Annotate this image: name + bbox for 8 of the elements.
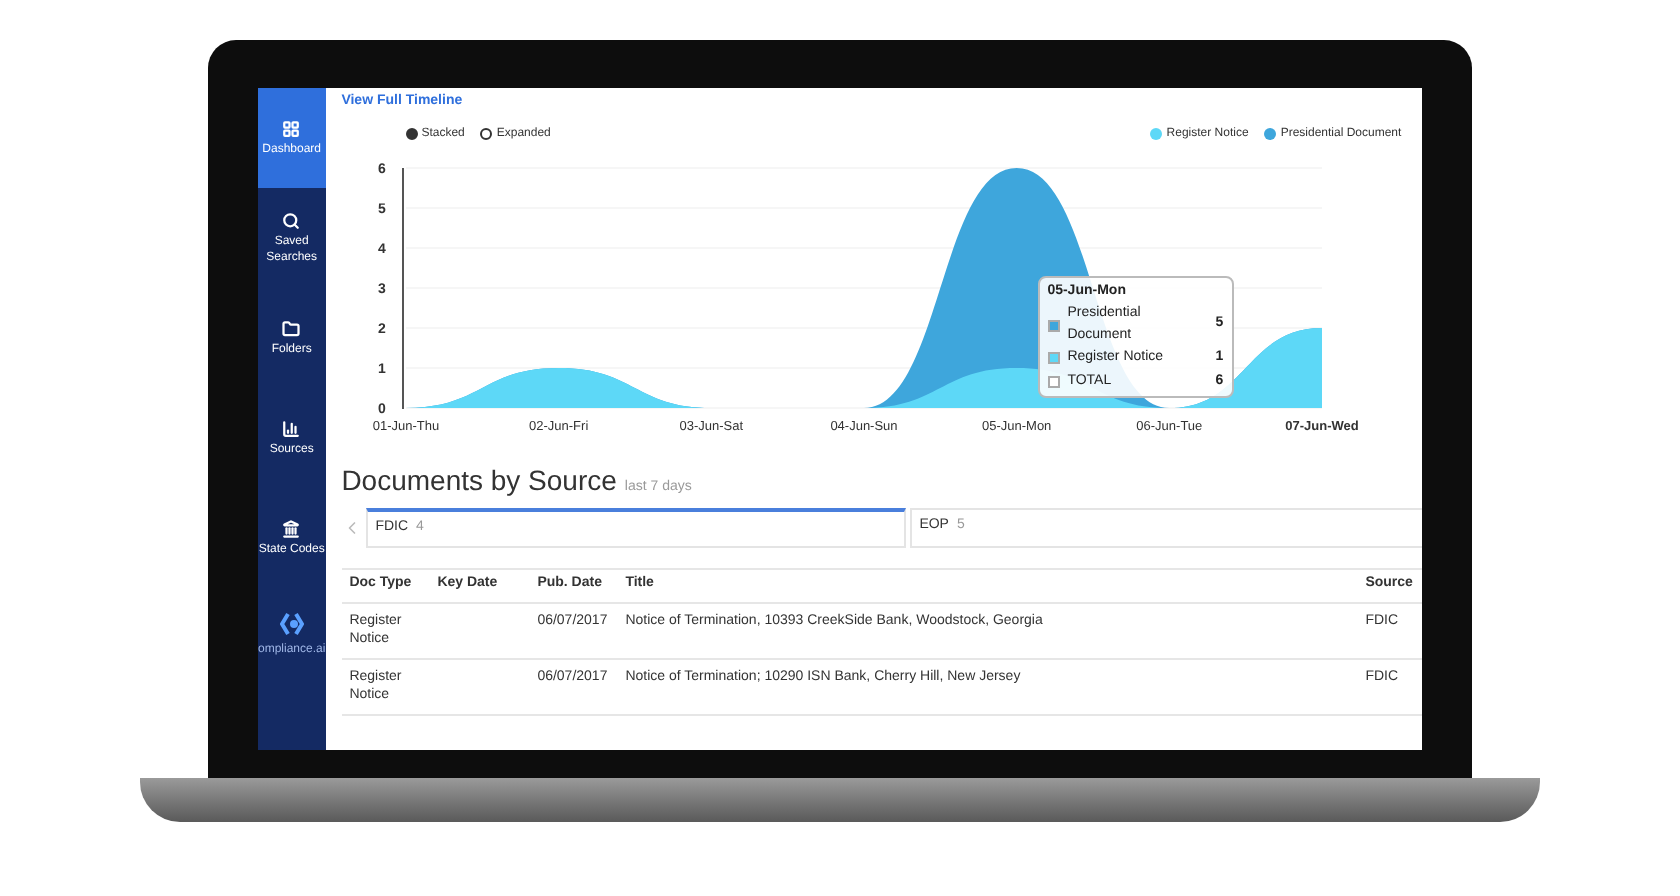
section-title: Documents by Source xyxy=(341,461,617,500)
tooltip-swatch-icon xyxy=(1047,375,1060,388)
folder-icon xyxy=(282,319,301,337)
grid-icon xyxy=(282,119,301,137)
bank-icon xyxy=(282,519,301,537)
search-icon xyxy=(282,211,301,229)
logo-icon xyxy=(279,612,304,636)
bar-chart-icon xyxy=(282,419,301,437)
